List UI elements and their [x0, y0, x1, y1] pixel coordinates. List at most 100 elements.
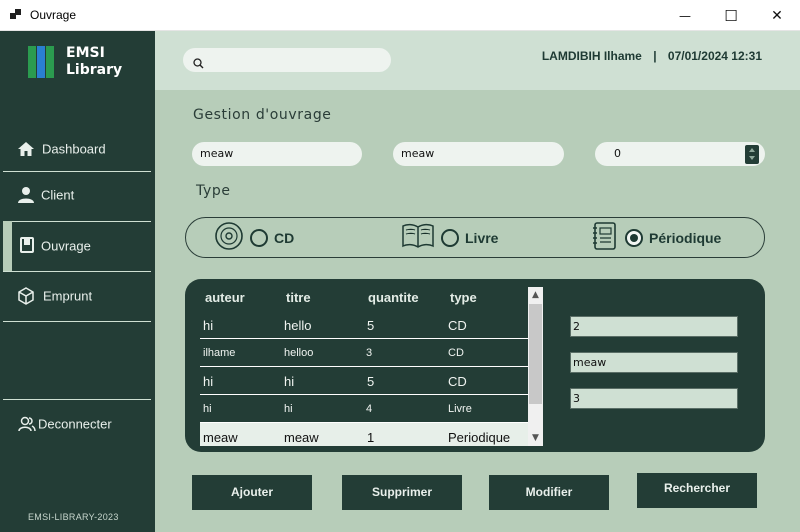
sidebar-item-label: Dashboard [42, 141, 106, 157]
footer-text: EMSI-LIBRARY-2023 [28, 512, 119, 522]
data-table: auteur titre quantite type hi hello 5 CD… [200, 287, 542, 446]
column-header[interactable]: type [450, 290, 477, 305]
cell-auteur: hi [203, 318, 214, 333]
cd-icon [214, 221, 244, 255]
column-header[interactable]: titre [286, 290, 311, 305]
cell-quantite: 3 [366, 347, 373, 359]
sidebar-item-dashboard[interactable]: Dashboard [3, 124, 151, 174]
edit-button[interactable]: Modifier [489, 475, 609, 510]
column-header[interactable]: quantite [368, 290, 419, 305]
notebook-icon [591, 221, 619, 255]
cell-type: CD [448, 318, 467, 333]
cell-type: CD [448, 374, 467, 389]
chevron-down-icon [749, 156, 755, 160]
cell-quantite: 5 [367, 318, 375, 333]
type-label: Livre [465, 230, 499, 246]
table-row-selected[interactable]: meaw meaw 1 Periodique [200, 423, 542, 446]
user-icon [17, 186, 35, 204]
delete-button[interactable]: Supprimer [342, 475, 462, 510]
logout-label: Deconnecter [38, 416, 112, 432]
logo-line1: EMSI [66, 45, 105, 61]
cell-titre: hello [284, 318, 312, 333]
type-selector: CD Livre Périodique [185, 217, 765, 258]
box-icon [17, 287, 35, 305]
home-icon [17, 140, 35, 158]
type-option-periodique[interactable]: Périodique [591, 222, 721, 254]
app-icon [10, 9, 22, 21]
radio-cd[interactable] [250, 229, 268, 247]
scroll-down-icon[interactable]: ▼ [528, 430, 543, 446]
quantity-value: 0 [614, 147, 621, 160]
table-row[interactable]: ilhame helloo 3 CD [200, 339, 542, 367]
logout-button[interactable]: Deconnecter [3, 399, 151, 449]
search-input[interactable] [183, 48, 391, 72]
open-book-icon [401, 223, 435, 253]
users-icon [18, 415, 36, 433]
logo-book-icon [37, 46, 45, 78]
title-field[interactable]: meaw [393, 142, 564, 166]
scroll-thumb[interactable] [529, 304, 542, 404]
divider [3, 321, 151, 322]
logo: EMSI Library [28, 46, 138, 82]
cell-titre: hi [284, 374, 295, 389]
type-option-livre[interactable]: Livre [401, 222, 498, 254]
sidebar-item-label: Emprunt [43, 288, 93, 304]
type-label: CD [274, 230, 295, 246]
cell-type: Livre [448, 403, 472, 415]
cell-type: CD [448, 347, 464, 359]
cell-titre: meaw [284, 430, 319, 445]
table-row[interactable]: hi hi 4 Livre [200, 395, 542, 423]
scroll-up-icon[interactable]: ▲ [528, 287, 543, 303]
add-button[interactable]: Ajouter [192, 475, 312, 510]
cell-auteur: ilhame [203, 347, 236, 359]
cell-auteur: hi [203, 374, 214, 389]
cell-auteur: meaw [203, 430, 238, 445]
maximize-button[interactable]: ☐ [708, 0, 754, 31]
radio-livre[interactable] [441, 229, 459, 247]
stepper-arrows[interactable] [745, 145, 759, 164]
title-bar: Ouvrage — ☐ ✕ [0, 0, 800, 31]
sidebar-item-ouvrage[interactable]: Ouvrage [3, 221, 151, 271]
table-row[interactable]: hi hello 5 CD [200, 311, 542, 339]
logo-line2: Library [66, 62, 123, 78]
column-header[interactable]: auteur [205, 290, 245, 305]
search-button[interactable]: Rechercher [637, 473, 757, 508]
detail-field-3[interactable]: 3 [570, 388, 738, 409]
cell-quantite: 1 [367, 430, 375, 445]
cell-quantite: 4 [366, 403, 373, 415]
sidebar: EMSI Library Dashboard Client Ouvrage Em… [0, 31, 155, 532]
user-info: LAMDIBIH Ilhame | 07/01/2024 12:31 [542, 49, 762, 63]
section-title: Gestion d'ouvrage [193, 107, 332, 123]
radio-periodique[interactable] [625, 229, 643, 247]
minimize-button[interactable]: — [662, 0, 708, 31]
user-name: LAMDIBIH Ilhame [541, 49, 642, 63]
type-option-cd[interactable]: CD [214, 222, 294, 254]
cell-quantite: 5 [367, 374, 375, 389]
window-title: Ouvrage [30, 8, 77, 22]
separator: | [653, 49, 657, 63]
table-scrollbar[interactable]: ▲ ▼ [528, 287, 543, 446]
quantity-stepper[interactable]: 0 [595, 142, 765, 166]
detail-field-1[interactable]: 2 [570, 316, 738, 337]
table-header: auteur titre quantite type [200, 287, 542, 311]
book-icon [19, 237, 37, 255]
author-field[interactable]: meaw [192, 142, 362, 166]
sidebar-item-emprunt[interactable]: Emprunt [3, 271, 151, 321]
cell-titre: hi [284, 403, 293, 415]
data-panel: auteur titre quantite type hi hello 5 CD… [185, 279, 765, 452]
cell-type: Periodique [448, 430, 511, 445]
detail-field-2[interactable]: meaw [570, 352, 738, 373]
sidebar-item-label: Client [41, 187, 75, 203]
logo-book-icon [46, 46, 54, 78]
close-button[interactable]: ✕ [754, 0, 800, 31]
chevron-up-icon [749, 148, 755, 152]
type-heading: Type [196, 183, 231, 199]
logo-book-icon [28, 46, 36, 78]
active-indicator [3, 221, 12, 271]
search-icon [193, 54, 204, 73]
sidebar-item-client[interactable]: Client [3, 170, 151, 220]
top-bar: LAMDIBIH Ilhame | 07/01/2024 12:31 [155, 31, 800, 90]
table-row[interactable]: hi hi 5 CD [200, 367, 542, 395]
datetime: 07/01/2024 12:31 [667, 49, 762, 63]
cell-titre: helloo [284, 347, 314, 359]
